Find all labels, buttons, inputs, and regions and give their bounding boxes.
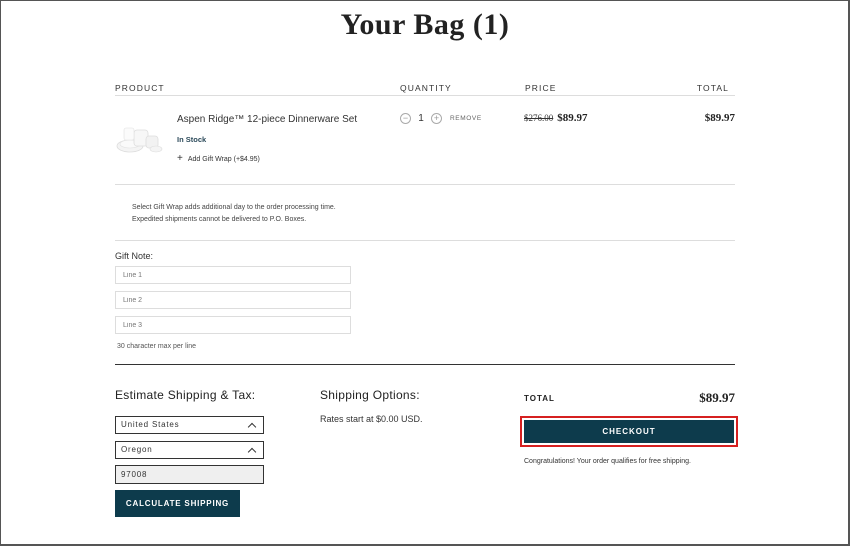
column-header-total: TOTAL <box>696 83 729 93</box>
char-limit-hint: 30 character max per line <box>117 343 196 350</box>
calculate-shipping-button[interactable]: CALCULATE SHIPPING <box>115 490 240 517</box>
quantity-value: 1 <box>418 113 424 124</box>
page-title: Your Bag (1) <box>340 8 510 41</box>
divider <box>115 364 735 365</box>
add-gift-wrap-link[interactable]: + Add Gift Wrap (+$4.95) <box>177 153 260 164</box>
country-select[interactable]: United States <box>115 416 264 434</box>
gift-wrap-notice: Select Gift Wrap adds additional day to … <box>132 202 336 225</box>
minus-icon[interactable]: − <box>400 113 411 124</box>
checkout-button[interactable]: CHECKOUT <box>524 420 734 443</box>
shipping-options-heading: Shipping Options: <box>320 388 420 402</box>
plus-icon[interactable]: + <box>431 113 442 124</box>
gift-note-line-2[interactable] <box>115 291 351 309</box>
zip-code-input[interactable] <box>115 465 264 484</box>
divider <box>115 184 735 185</box>
state-value: Oregon <box>121 445 153 454</box>
item-price: $276.00 $89.97 <box>524 112 588 124</box>
gift-note-line-3[interactable] <box>115 316 351 334</box>
notice-line: Expedited shipments cannot be delivered … <box>132 215 307 223</box>
stock-status: In Stock <box>177 135 207 144</box>
product-name[interactable]: Aspen Ridge™ 12-piece Dinnerware Set <box>177 114 357 125</box>
gift-note-line-1[interactable] <box>115 266 351 284</box>
divider <box>115 95 735 96</box>
column-header-product: PRODUCT <box>115 83 165 93</box>
gift-wrap-label: Add Gift Wrap (+$4.95) <box>187 155 260 163</box>
state-select[interactable]: Oregon <box>115 441 264 459</box>
sale-price: $89.97 <box>557 112 588 124</box>
notice-line: Select Gift Wrap adds additional day to … <box>132 204 336 211</box>
quantity-stepper: − 1 + REMOVE <box>400 113 482 124</box>
remove-button[interactable]: REMOVE <box>450 115 482 122</box>
column-header-price: PRICE <box>525 83 557 93</box>
shipping-rates-text: Rates start at $0.00 USD. <box>320 414 423 424</box>
order-total-value: $89.97 <box>699 390 735 405</box>
estimate-shipping-heading: Estimate Shipping & Tax: <box>115 388 256 402</box>
gift-note-label: Gift Note: <box>115 251 154 261</box>
country-value: United States <box>121 420 180 429</box>
original-price: $276.00 <box>524 113 554 123</box>
chevron-up-icon <box>247 422 257 431</box>
chevron-up-icon <box>247 447 257 456</box>
plus-icon: + <box>177 153 183 164</box>
order-total-label: TOTAL <box>524 394 555 403</box>
divider <box>115 240 735 241</box>
free-shipping-message: Congratulations! Your order qualifies fo… <box>524 458 691 465</box>
line-total: $89.97 <box>704 112 735 124</box>
dinnerware-image[interactable] <box>116 124 164 156</box>
column-header-quantity: QUANTITY <box>400 83 452 93</box>
